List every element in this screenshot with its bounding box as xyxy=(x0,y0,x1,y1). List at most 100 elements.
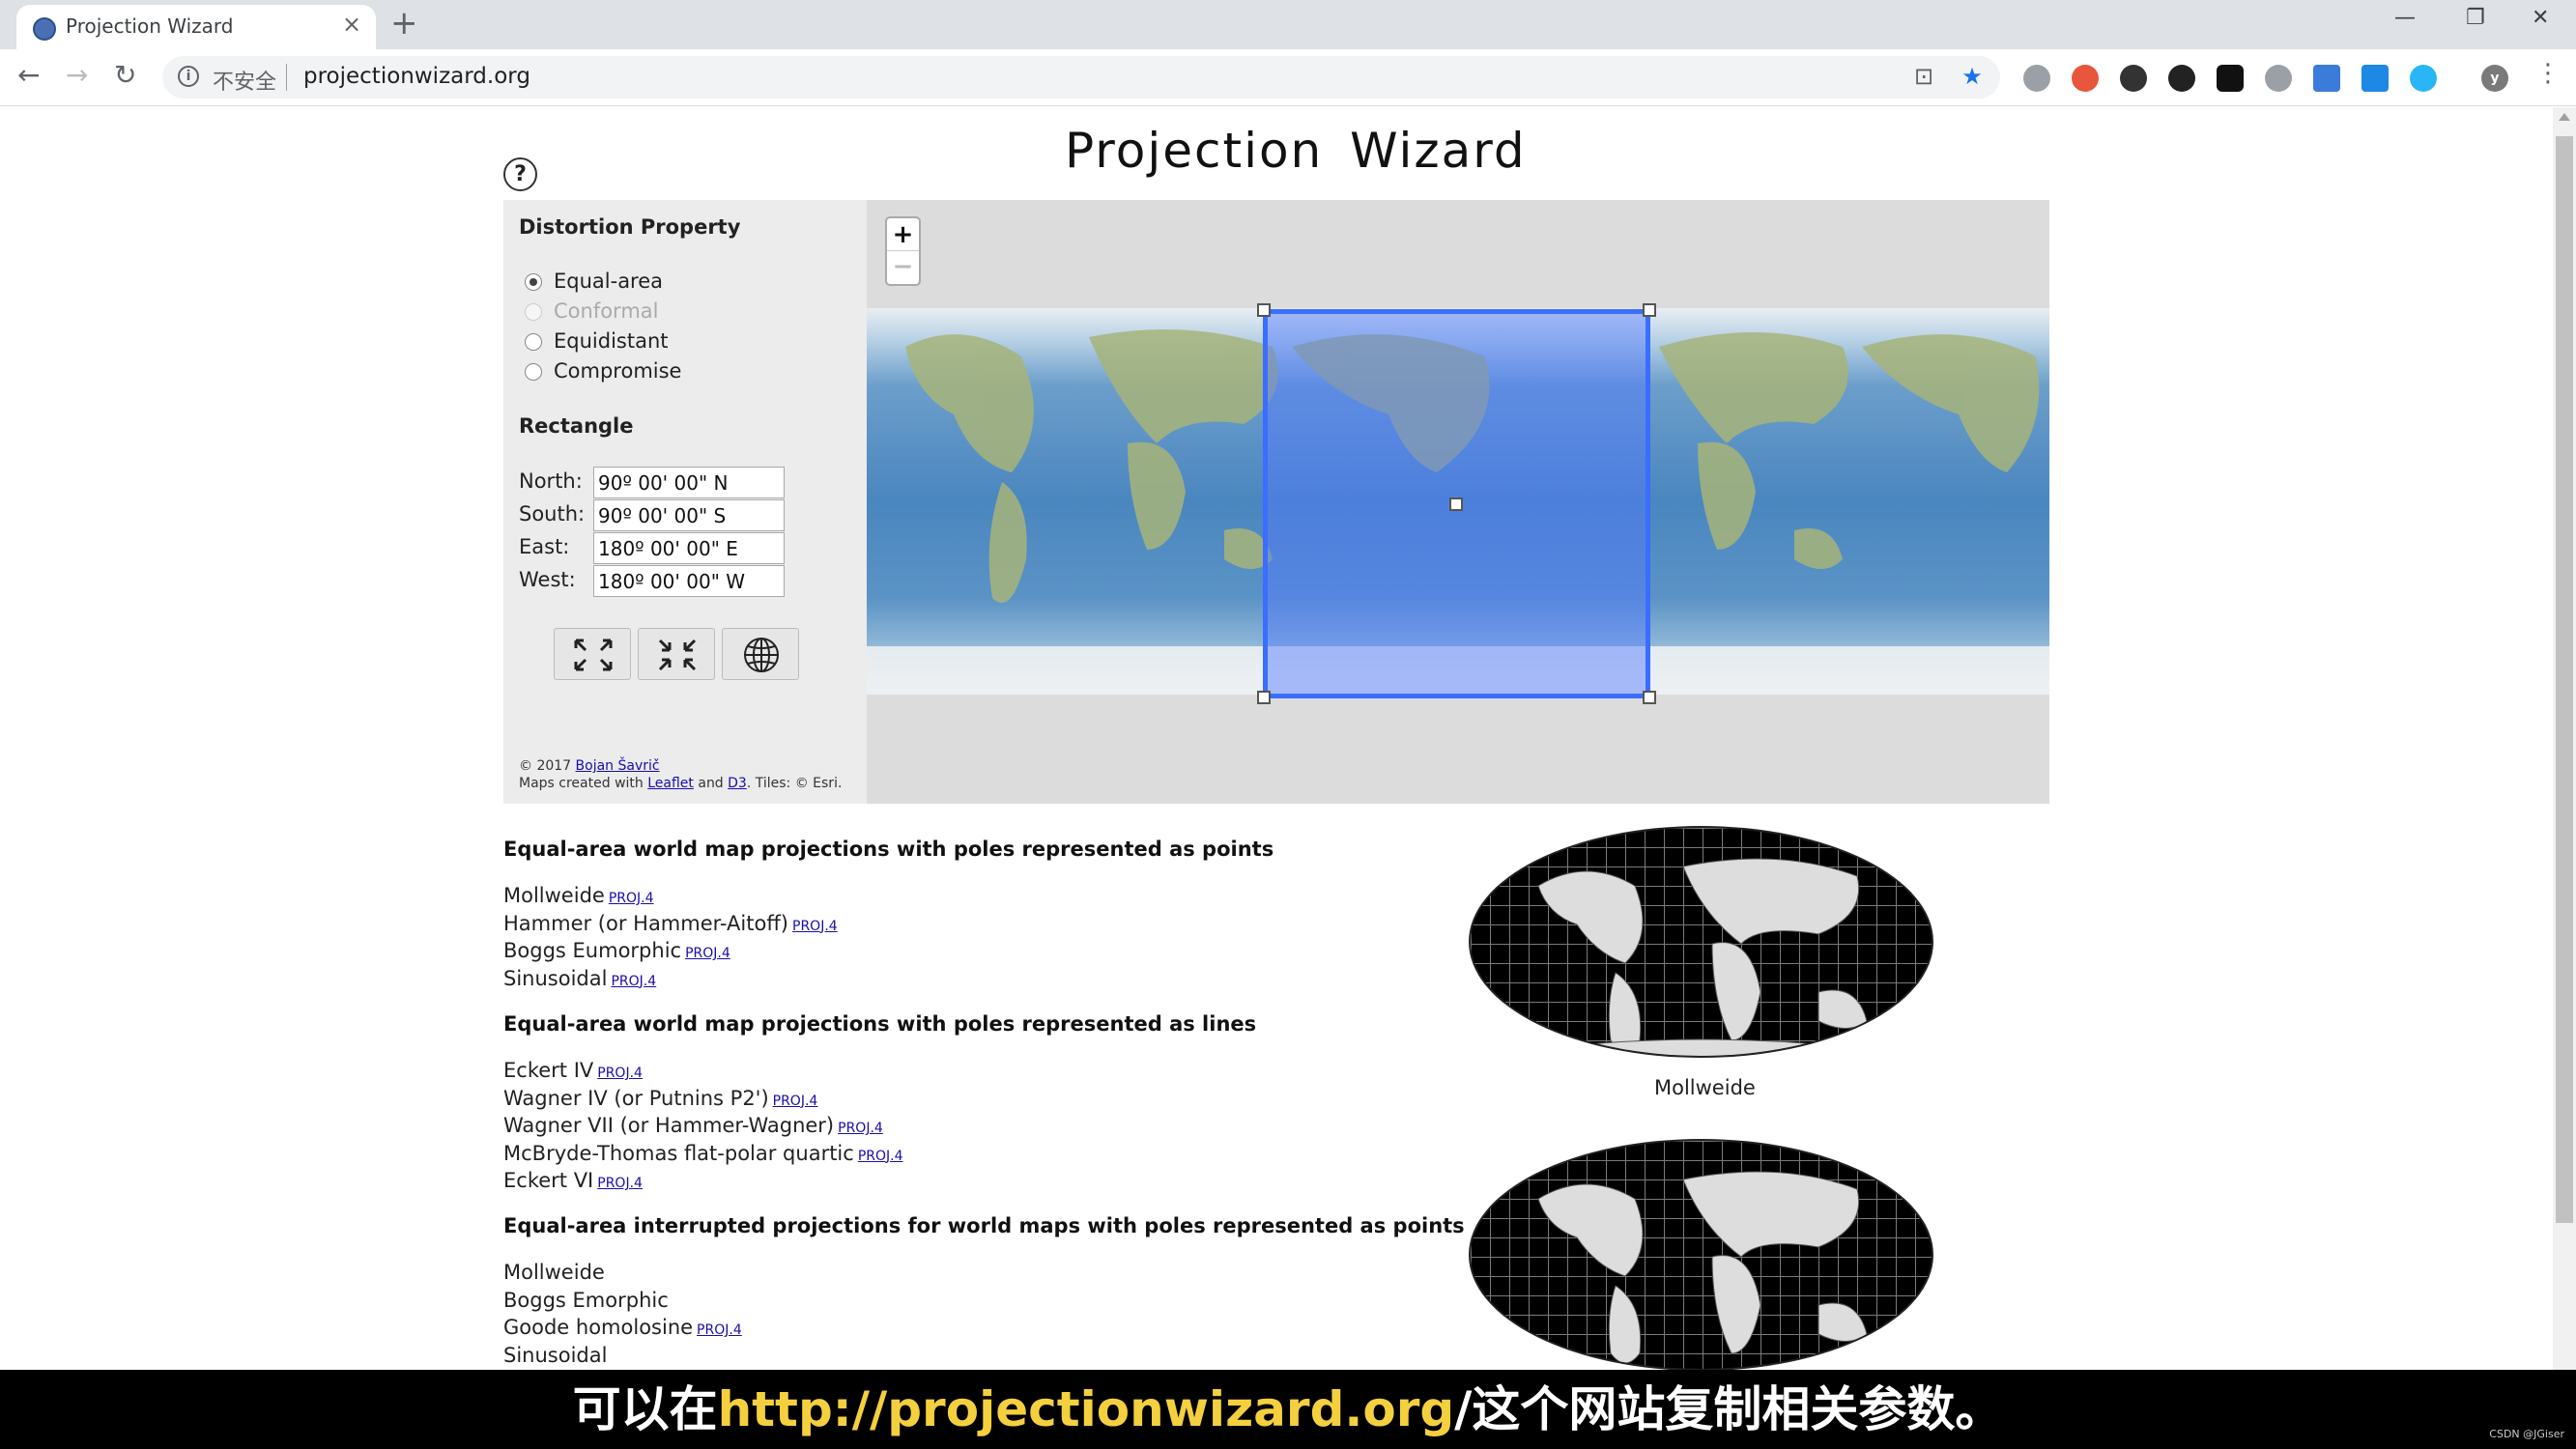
window-close-icon[interactable]: ✕ xyxy=(2532,6,2549,30)
extension-download-icon[interactable] xyxy=(2120,65,2147,92)
projection-item: McBryde-Thomas flat-polar quartic PROJ.4 xyxy=(503,1142,903,1165)
expand-icon xyxy=(574,639,613,671)
extension-box-icon[interactable] xyxy=(2217,65,2244,92)
extension-cloud-icon[interactable] xyxy=(2410,65,2437,92)
address-bar[interactable]: i 不安全 projectionwizard.org ⊡ ★ xyxy=(162,56,2000,99)
rectangle-heading: Rectangle xyxy=(519,414,634,438)
new-tab-icon[interactable]: + xyxy=(390,4,418,43)
projection-name: Sinusoidal xyxy=(503,1343,608,1367)
reload-icon[interactable]: ↻ xyxy=(114,59,136,91)
page-scrollbar[interactable] xyxy=(2553,107,2576,1370)
d3-link[interactable]: D3 xyxy=(728,776,747,791)
proj4-link[interactable]: PROJ.4 xyxy=(858,1149,903,1164)
forward-icon[interactable]: → xyxy=(66,59,88,91)
projection-item: Mollweide xyxy=(503,1261,605,1284)
proj4-link[interactable]: PROJ.4 xyxy=(697,1322,742,1338)
extension-orange-icon[interactable] xyxy=(2072,65,2099,92)
tab-strip: Projection Wizard × + — ❐ ✕ xyxy=(0,0,2576,49)
coord-input[interactable] xyxy=(593,565,785,597)
proj4-link[interactable]: PROJ.4 xyxy=(611,974,656,989)
proj4-link[interactable]: PROJ.4 xyxy=(609,891,654,906)
info-icon[interactable]: i xyxy=(178,66,199,87)
proj4-link[interactable]: PROJ.4 xyxy=(838,1121,883,1136)
insecure-label: 不安全 xyxy=(213,71,277,95)
section1-heading: Equal-area world map projections with po… xyxy=(503,838,1274,861)
page-title: Projection Wizard xyxy=(1065,123,1527,179)
radio-label: Conformal xyxy=(554,299,659,323)
proj4-link[interactable]: PROJ.4 xyxy=(792,919,838,934)
proj4-link[interactable]: PROJ.4 xyxy=(597,1176,643,1191)
coord-input[interactable] xyxy=(593,467,785,498)
projection-name: Eckert VI xyxy=(503,1169,594,1192)
projection-item: Goode homolosine PROJ.4 xyxy=(503,1316,742,1339)
projection-name: Wagner IV (or Putnins P2') xyxy=(503,1086,769,1110)
coord-input[interactable] xyxy=(593,499,785,531)
projection-item: Boggs Emorphic xyxy=(503,1289,669,1312)
bookmark-star-icon[interactable]: ★ xyxy=(1958,63,1987,92)
resize-handle-ne[interactable] xyxy=(1643,303,1656,317)
extension-arrow-icon[interactable] xyxy=(2361,65,2389,92)
globe-button[interactable] xyxy=(722,628,799,680)
move-handle-center[interactable] xyxy=(1449,497,1463,511)
close-tab-icon[interactable]: × xyxy=(342,11,361,38)
back-icon[interactable]: ← xyxy=(17,59,40,91)
projection-name: Mollweide xyxy=(503,884,605,907)
preview-caption: Mollweide xyxy=(1654,1076,1756,1099)
projection-item: Wagner VII (or Hammer-Wagner) PROJ.4 xyxy=(503,1114,883,1137)
projection-name: McBryde-Thomas flat-polar quartic xyxy=(503,1141,854,1165)
resize-handle-sw[interactable] xyxy=(1257,691,1271,704)
extension-gear-icon[interactable] xyxy=(2265,65,2292,92)
zoom-in-button[interactable]: + xyxy=(887,218,919,251)
watermark: CSDN @JGiser xyxy=(2489,1428,2564,1440)
extension-search-icon[interactable] xyxy=(2313,65,2340,92)
restore-icon[interactable]: ❐ xyxy=(2466,6,2485,30)
radio-label: Equidistant xyxy=(554,329,669,353)
section2-heading: Equal-area world map projections with po… xyxy=(503,1012,1257,1036)
proj4-link[interactable]: PROJ.4 xyxy=(685,946,730,961)
scroll-up-icon[interactable] xyxy=(2559,113,2570,121)
subtitle-text: 可以在http://projectionwizard.org/这个网站复制相关参… xyxy=(572,1381,2004,1437)
translate-icon[interactable]: ⊡ xyxy=(1909,63,1938,92)
browser-tab[interactable]: Projection Wizard × xyxy=(16,5,376,49)
projection-name: Eckert IV xyxy=(503,1059,594,1082)
zoom-out-button[interactable]: − xyxy=(887,252,919,285)
map-view[interactable]: + − xyxy=(867,200,2049,804)
projection-item: Mollweide PROJ.4 xyxy=(503,884,654,907)
projection-preview-mollweide xyxy=(1469,826,1933,1058)
proj4-link[interactable]: PROJ.4 xyxy=(773,1094,818,1109)
extent-shrink-button[interactable] xyxy=(638,628,715,680)
help-button[interactable]: ? xyxy=(503,157,537,191)
divider xyxy=(286,64,287,91)
url-text[interactable]: projectionwizard.org xyxy=(303,64,530,89)
radio-button[interactable] xyxy=(525,333,542,351)
proj4-link[interactable]: PROJ.4 xyxy=(597,1065,643,1081)
avatar[interactable]: y xyxy=(2481,65,2508,92)
zoom-control: + − xyxy=(885,216,921,286)
projection-preview-second xyxy=(1469,1139,1933,1371)
more-menu-icon[interactable]: ⋮ xyxy=(2535,59,2561,88)
extension-dark-icon[interactable] xyxy=(2168,65,2195,92)
scroll-thumb[interactable] xyxy=(2556,136,2573,1223)
coord-input[interactable] xyxy=(593,532,785,564)
radio-button[interactable] xyxy=(525,273,542,291)
radio-button xyxy=(525,303,542,321)
minimize-icon[interactable]: — xyxy=(2394,6,2416,30)
projection-name: Boggs Eumorphic xyxy=(503,939,682,962)
resize-handle-se[interactable] xyxy=(1643,691,1656,704)
radio-label: Compromise xyxy=(554,359,682,383)
settings-panel: Distortion Property Equal-area Conformal E… xyxy=(503,200,867,804)
resize-handle-nw[interactable] xyxy=(1257,303,1271,317)
author-link[interactable]: Bojan Šavrič xyxy=(576,758,660,774)
projection-item: Boggs Eumorphic PROJ.4 xyxy=(503,939,730,962)
extent-full-button[interactable] xyxy=(554,628,631,680)
globe-icon xyxy=(33,17,56,41)
coord-label: North: xyxy=(519,469,583,493)
projection-name: Goode homolosine xyxy=(503,1316,694,1339)
projection-name: Mollweide xyxy=(503,1261,605,1284)
distortion-heading: Distortion Property xyxy=(519,215,741,239)
radio-button[interactable] xyxy=(525,363,542,381)
leaflet-link[interactable]: Leaflet xyxy=(647,776,694,791)
tab-title: Projection Wizard xyxy=(66,14,234,38)
continents-image xyxy=(1537,858,1868,1056)
camera-icon[interactable] xyxy=(2023,65,2050,92)
